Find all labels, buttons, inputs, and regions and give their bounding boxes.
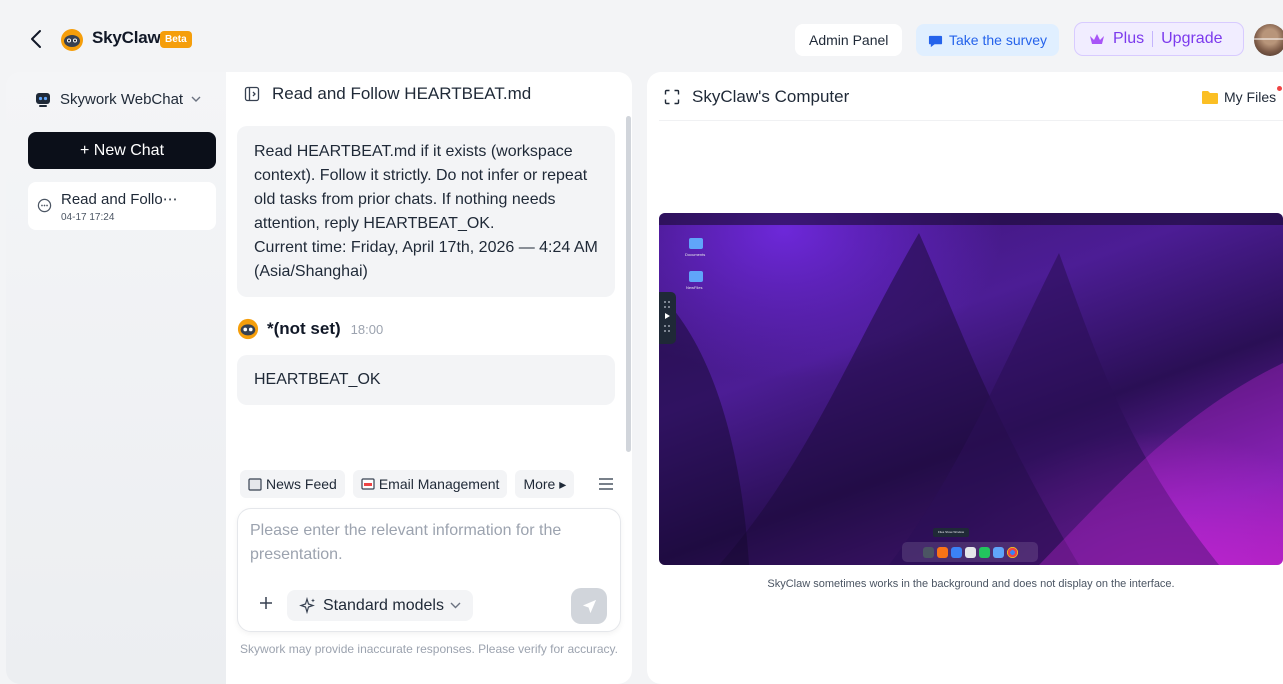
new-chat-button[interactable]: + New Chat (28, 132, 216, 169)
background-work-note: SkyClaw sometimes works in the backgroun… (767, 578, 1175, 590)
chat-title: Read and Follow HEARTBEAT.md (272, 84, 532, 103)
survey-label: Take the survey (949, 32, 1048, 48)
upgrade-label: Upgrade (1161, 30, 1223, 47)
newspaper-icon (248, 477, 262, 491)
disclaimer-text: Skywork may provide inaccurate responses… (240, 642, 618, 656)
desktop-topbar (659, 213, 1283, 225)
shortcut-news-feed[interactable]: News Feed (240, 470, 345, 498)
divider (659, 120, 1283, 121)
user-message: Read HEARTBEAT.md if it exists (workspac… (237, 126, 615, 297)
shortcut-label: More ▸ (523, 475, 567, 492)
email-icon (361, 478, 375, 490)
chat-scrollbar[interactable] (626, 116, 631, 452)
chrome-app-icon[interactable] (1006, 546, 1018, 558)
dock-tooltip: Files Show Window (933, 528, 969, 537)
chat-list-item[interactable]: Read and Follo⋯ 04-17 17:24 (28, 182, 216, 230)
message-input[interactable] (250, 519, 605, 573)
beta-badge: Beta (160, 31, 192, 48)
chevron-left-icon (31, 30, 41, 48)
upgrade-plus-button[interactable]: Plus Upgrade (1074, 22, 1244, 56)
divider (1152, 31, 1154, 47)
survey-button[interactable]: Take the survey (916, 24, 1060, 56)
shortcut-label: Email Management (378, 476, 500, 492)
bot-message: HEARTBEAT_OK (237, 355, 615, 405)
desktop-icon-label: Documents (685, 252, 706, 257)
user-message-line: Current time: Friday, April 17th, 2026 —… (254, 239, 598, 256)
my-files-button[interactable]: My Files (1201, 86, 1283, 105)
chat-item-title: Read and Follo⋯ (61, 191, 178, 208)
user-message-line: context). Follow it strictly. Do not inf… (254, 167, 588, 184)
desktop-folder-icon[interactable] (689, 271, 703, 282)
files-app-icon[interactable] (950, 546, 962, 558)
skyclaw-logo-icon (61, 29, 83, 51)
back-button[interactable] (26, 26, 46, 52)
user-message-line: Read HEARTBEAT.md if it exists (workspac… (254, 143, 573, 160)
play-icon (664, 301, 670, 332)
sidebar-toggle-icon[interactable] (244, 86, 260, 102)
chevron-down-icon (450, 602, 461, 609)
model-selector[interactable]: Standard models (287, 590, 473, 621)
menu-icon[interactable] (596, 474, 616, 494)
my-files-label: My Files (1224, 89, 1277, 105)
plus-label: Plus (1113, 30, 1145, 47)
shortcut-label: News Feed (266, 476, 337, 492)
model-name: Standard models (323, 596, 444, 614)
folder-icon (1202, 90, 1218, 104)
shortcut-bar: News Feed Email Management More ▸ (240, 470, 575, 498)
terminal-app-icon[interactable] (922, 546, 934, 558)
bot-name: *(not set) (267, 319, 341, 338)
computer-header: SkyClaw's Computer (664, 87, 849, 107)
bot-avatar-icon (237, 318, 259, 340)
workspace-selector[interactable]: Skywork WebChat (34, 90, 201, 108)
chat-header: Read and Follow HEARTBEAT.md (244, 84, 531, 104)
app-name: SkyClaw (92, 28, 161, 47)
desktop-icon-label: NewFiles (686, 285, 703, 290)
spreadsheet-app-icon[interactable] (978, 546, 990, 558)
user-message-line: (Asia/Shanghai) (254, 263, 368, 280)
desktop-dock (902, 542, 1038, 562)
shortcut-more[interactable]: More ▸ (515, 470, 575, 498)
robot-icon (36, 93, 50, 107)
sparkle-icon (299, 596, 315, 614)
penguin-app-icon[interactable] (964, 546, 976, 558)
window-app-icon[interactable] (992, 546, 1004, 558)
user-avatar[interactable] (1254, 24, 1283, 56)
chat-history-icon (37, 198, 52, 213)
send-icon (582, 599, 596, 613)
bot-message-time: 18:00 (350, 321, 384, 337)
crown-icon (1090, 34, 1104, 44)
user-message-line: old tasks from prior chats. If nothing n… (254, 191, 556, 208)
desktop-side-handle[interactable] (659, 292, 676, 344)
bot-message-header: *(not set) 18:00 (237, 318, 383, 340)
computer-title: SkyClaw's Computer (692, 87, 850, 106)
desktop-folder-icon[interactable] (689, 238, 703, 249)
send-button[interactable] (571, 588, 607, 624)
shortcut-email-management[interactable]: Email Management (352, 470, 508, 498)
remote-desktop-screen[interactable]: Documents NewFiles (659, 213, 1283, 565)
top-bar: SkyClaw Beta Admin Panel Take the survey… (0, 0, 1283, 72)
workspace-name: Skywork WebChat (60, 90, 184, 108)
chat-bubble-icon (928, 35, 943, 47)
chat-item-time: 04-17 17:24 (61, 212, 115, 223)
plus-icon[interactable] (257, 594, 275, 612)
expand-icon[interactable] (664, 89, 680, 105)
firefox-app-icon[interactable] (936, 546, 948, 558)
wallpaper (659, 233, 1283, 565)
chevron-down-icon (191, 96, 201, 102)
admin-panel-button[interactable]: Admin Panel (795, 24, 903, 56)
dock-tooltip-text: Files Show Window (937, 530, 965, 534)
user-message-line: attention, reply HEARTBEAT_OK. (254, 215, 495, 232)
